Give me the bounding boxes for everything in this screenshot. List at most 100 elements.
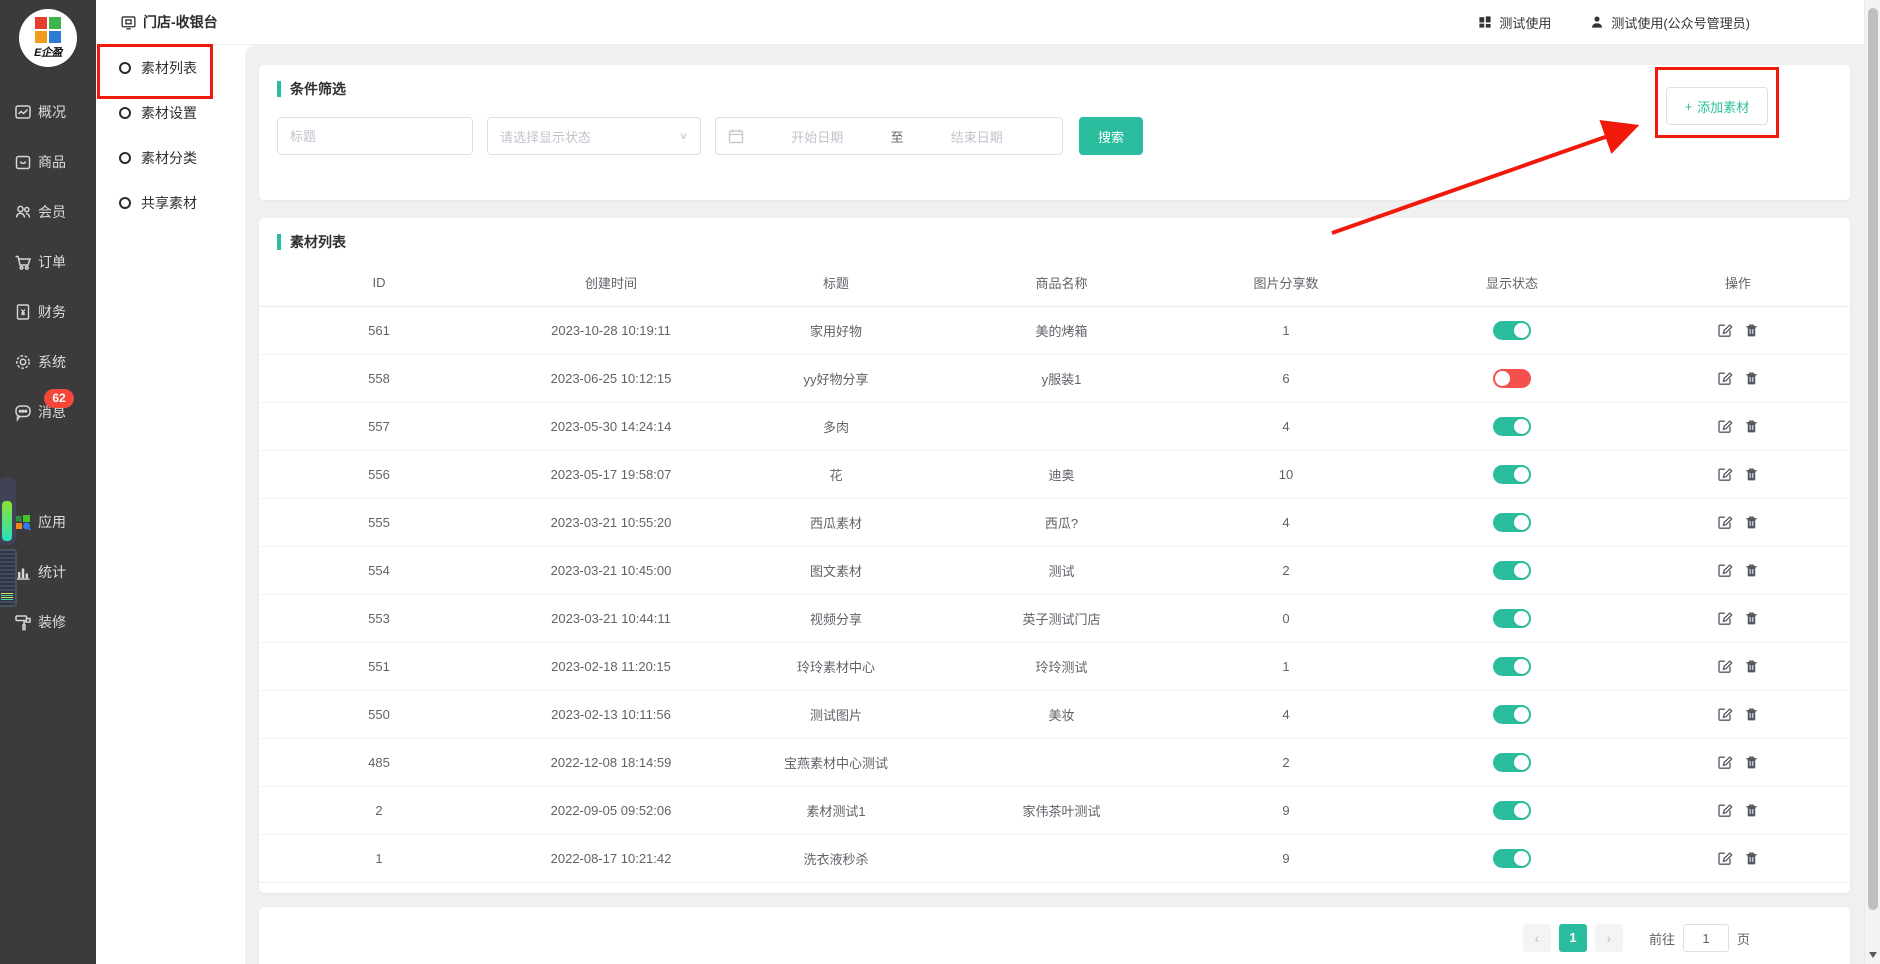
- status-toggle[interactable]: [1493, 465, 1531, 484]
- table-row: 485 2022-12-08 18:14:59 宝燕素材中心测试 2: [259, 739, 1850, 787]
- edit-icon[interactable]: [1716, 610, 1733, 627]
- submenu-item-material-category[interactable]: 素材分类: [96, 135, 245, 180]
- sidebar-item-members[interactable]: 会员: [0, 187, 96, 237]
- user-icon: [1589, 14, 1605, 30]
- brand-logo[interactable]: E企盈: [19, 9, 77, 67]
- delete-icon[interactable]: [1743, 322, 1760, 339]
- col-shares: 图片分享数: [1174, 273, 1398, 292]
- account-menu[interactable]: 测试使用(公众号管理员): [1589, 13, 1750, 32]
- scroll-widget-minimap[interactable]: [0, 549, 17, 607]
- submenu-item-material-list[interactable]: 素材列表: [96, 45, 245, 90]
- sidebar-item-orders[interactable]: 订单: [0, 237, 96, 287]
- scrollbar[interactable]: [1864, 0, 1880, 964]
- cell-id: 556: [259, 467, 499, 482]
- delete-icon[interactable]: [1743, 610, 1760, 627]
- status-toggle[interactable]: [1493, 705, 1531, 724]
- start-date-placeholder[interactable]: 开始日期: [744, 127, 891, 146]
- submenu-item-shared-material[interactable]: 共享素材: [96, 180, 245, 225]
- edit-icon[interactable]: [1716, 322, 1733, 339]
- cell-status: [1398, 417, 1626, 436]
- store-icon: [120, 14, 137, 31]
- status-select[interactable]: 请选择显示状态 ∨: [487, 117, 701, 155]
- status-toggle[interactable]: [1493, 321, 1531, 340]
- cell-title: 素材测试1: [723, 801, 949, 820]
- delete-icon[interactable]: [1743, 562, 1760, 579]
- decorate-icon: [13, 612, 33, 632]
- cell-title: 家用好物: [723, 321, 949, 340]
- cell-id: 558: [259, 371, 499, 386]
- delete-icon[interactable]: [1743, 850, 1760, 867]
- col-id: ID: [259, 275, 499, 290]
- edit-icon[interactable]: [1716, 706, 1733, 723]
- edit-icon[interactable]: [1716, 802, 1733, 819]
- edit-icon[interactable]: [1716, 754, 1733, 771]
- cell-shares: 4: [1174, 515, 1398, 530]
- edit-icon[interactable]: [1716, 466, 1733, 483]
- cell-created: 2023-03-21 10:45:00: [499, 563, 723, 578]
- scroll-down-arrow-icon[interactable]: [1869, 952, 1877, 958]
- current-page-button[interactable]: 1: [1559, 924, 1587, 952]
- chevron-down-icon: ∨: [679, 130, 688, 141]
- cell-created: 2022-09-05 09:52:06: [499, 803, 723, 818]
- overview-icon: [13, 102, 33, 122]
- delete-icon[interactable]: [1743, 418, 1760, 435]
- status-toggle[interactable]: [1493, 369, 1531, 388]
- edit-icon[interactable]: [1716, 658, 1733, 675]
- status-toggle[interactable]: [1493, 753, 1531, 772]
- cell-shares: 4: [1174, 707, 1398, 722]
- status-toggle[interactable]: [1493, 801, 1531, 820]
- edit-icon[interactable]: [1716, 514, 1733, 531]
- goto-page-input[interactable]: [1683, 924, 1729, 952]
- delete-icon[interactable]: [1743, 802, 1760, 819]
- edit-icon[interactable]: [1716, 370, 1733, 387]
- cell-shares: 2: [1174, 563, 1398, 578]
- search-button[interactable]: 搜索: [1079, 117, 1143, 155]
- delete-icon[interactable]: [1743, 514, 1760, 531]
- title-filter-input[interactable]: [277, 117, 473, 155]
- status-toggle[interactable]: [1493, 513, 1531, 532]
- cell-id: 551: [259, 659, 499, 674]
- status-toggle[interactable]: [1493, 609, 1531, 628]
- sidebar-item-finance[interactable]: 财务: [0, 287, 96, 337]
- delete-icon[interactable]: [1743, 754, 1760, 771]
- edit-icon[interactable]: [1716, 562, 1733, 579]
- col-product: 商品名称: [949, 273, 1174, 292]
- delete-icon[interactable]: [1743, 658, 1760, 675]
- cell-id: 554: [259, 563, 499, 578]
- prev-page-button[interactable]: ‹: [1523, 924, 1551, 952]
- table-row: 557 2023-05-30 14:24:14 多肉 4: [259, 403, 1850, 451]
- table-body: 561 2023-10-28 10:19:11 家用好物 美的烤箱 1: [259, 307, 1850, 883]
- top-header: 门店-收银台 测试使用 测试使用(公众号管理员): [96, 0, 1880, 45]
- scroll-widget-gradient[interactable]: [0, 477, 16, 545]
- submenu-item-material-settings[interactable]: 素材设置: [96, 90, 245, 135]
- next-page-button[interactable]: ›: [1595, 924, 1623, 952]
- scrollbar-thumb[interactable]: [1868, 8, 1878, 910]
- status-toggle[interactable]: [1493, 849, 1531, 868]
- status-toggle[interactable]: [1493, 657, 1531, 676]
- cell-product: 英子测试门店: [949, 609, 1174, 628]
- cell-shares: 1: [1174, 659, 1398, 674]
- sidebar-item-goods[interactable]: 商品: [0, 137, 96, 187]
- delete-icon[interactable]: [1743, 370, 1760, 387]
- workspace-switcher[interactable]: 测试使用: [1477, 13, 1551, 32]
- sidebar-item-system[interactable]: 系统: [0, 337, 96, 387]
- date-range-picker[interactable]: 开始日期 至 结束日期: [715, 117, 1063, 155]
- edit-icon[interactable]: [1716, 418, 1733, 435]
- status-toggle[interactable]: [1493, 417, 1531, 436]
- add-material-button[interactable]: + 添加素材: [1666, 87, 1768, 125]
- delete-icon[interactable]: [1743, 706, 1760, 723]
- edit-icon[interactable]: [1716, 850, 1733, 867]
- sidebar-item-overview[interactable]: 概况: [0, 87, 96, 137]
- brand-logo-icon: [35, 17, 61, 43]
- status-toggle[interactable]: [1493, 561, 1531, 580]
- cell-shares: 2: [1174, 755, 1398, 770]
- cell-product: 美的烤箱: [949, 321, 1174, 340]
- delete-icon[interactable]: [1743, 466, 1760, 483]
- cell-title: 玲玲素材中心: [723, 657, 949, 676]
- sidebar-item-messages[interactable]: 消息 62: [0, 387, 96, 437]
- end-date-placeholder[interactable]: 结束日期: [904, 127, 1051, 146]
- radio-icon: [119, 107, 131, 119]
- table-header-row: ID 创建时间 标题 商品名称 图片分享数 显示状态 操作: [259, 258, 1850, 307]
- cell-id: 561: [259, 323, 499, 338]
- cell-id: 485: [259, 755, 499, 770]
